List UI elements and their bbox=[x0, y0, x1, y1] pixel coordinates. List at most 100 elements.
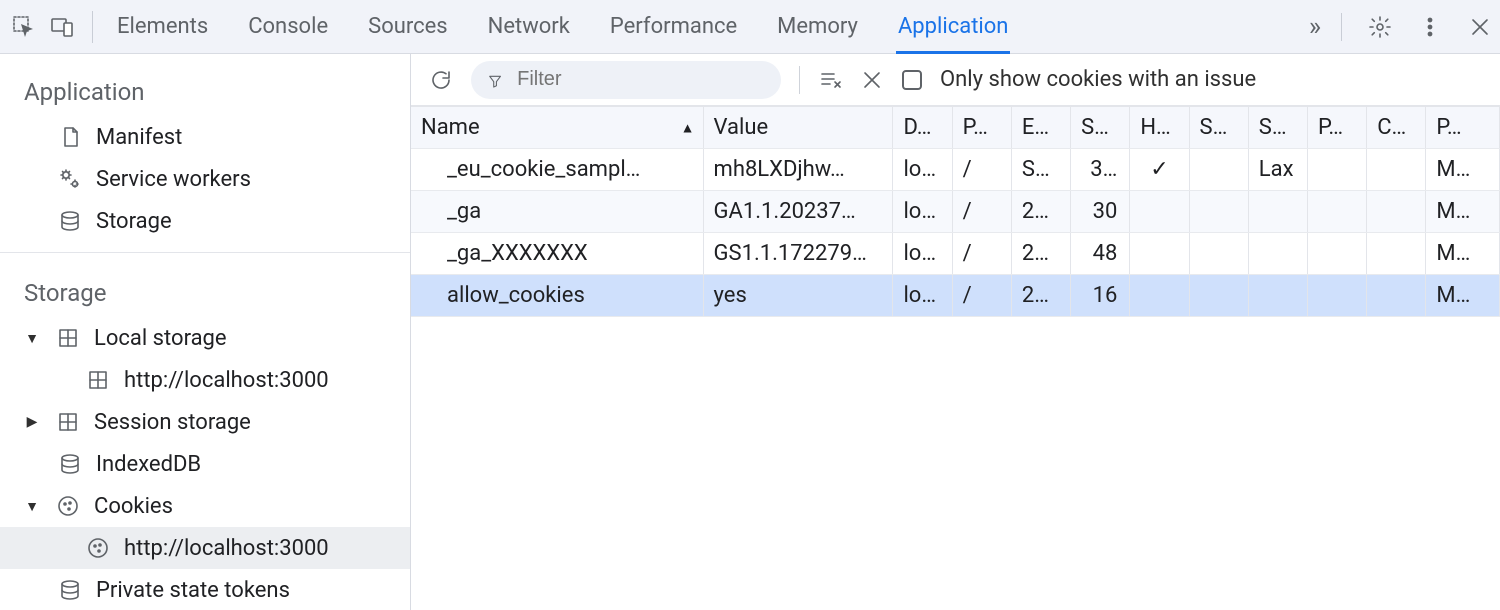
cell bbox=[1367, 233, 1426, 275]
filter-pill[interactable] bbox=[471, 61, 781, 99]
close-icon[interactable] bbox=[1468, 15, 1492, 39]
table-row[interactable]: allow_cookiesyeslo…/2…16M… bbox=[411, 275, 1500, 317]
cell: Lax bbox=[1248, 149, 1307, 191]
tree-item-manifest[interactable]: Manifest bbox=[0, 116, 410, 158]
tree-item-http-localhost-3000[interactable]: http://localhost:3000 bbox=[0, 527, 410, 569]
table-row[interactable]: _gaGA1.1.20237…lo…/2…30M… bbox=[411, 191, 1500, 233]
cell: mh8LXDjhw… bbox=[703, 149, 893, 191]
cell: / bbox=[952, 275, 1011, 317]
cell bbox=[1307, 275, 1366, 317]
col-header[interactable]: P… bbox=[952, 107, 1011, 149]
cell: allow_cookies bbox=[411, 275, 703, 317]
tab-sources[interactable]: Sources bbox=[368, 0, 448, 54]
col-header[interactable]: Name▲ bbox=[411, 107, 703, 149]
cell: _ga bbox=[411, 191, 703, 233]
cell: _ga_XXXXXXX bbox=[411, 233, 703, 275]
col-header[interactable]: S… bbox=[1189, 107, 1248, 149]
cell bbox=[1248, 275, 1307, 317]
cell bbox=[1189, 191, 1248, 233]
table-row[interactable]: _ga_XXXXXXXGS1.1.172279…lo…/2…48M… bbox=[411, 233, 1500, 275]
tree-item-session-storage[interactable]: ▶ Session storage bbox=[0, 401, 410, 443]
col-header[interactable]: S… bbox=[1248, 107, 1307, 149]
cell: 2… bbox=[1011, 191, 1070, 233]
tree-item-storage[interactable]: Storage bbox=[0, 200, 410, 242]
tree-item-label: http://localhost:3000 bbox=[124, 368, 329, 393]
cell bbox=[1307, 149, 1366, 191]
filter-input[interactable] bbox=[515, 67, 763, 92]
cell: 30 bbox=[1071, 191, 1130, 233]
tree-item-label: IndexedDB bbox=[96, 452, 201, 477]
inspect-icon[interactable] bbox=[12, 15, 36, 39]
tree-item-http-localhost-3000[interactable]: http://localhost:3000 bbox=[0, 359, 410, 401]
only-issues-label: Only show cookies with an issue bbox=[940, 67, 1256, 92]
cell: M… bbox=[1426, 149, 1500, 191]
caret-icon[interactable]: ▶ bbox=[22, 414, 42, 430]
tree-item-private-state-tokens[interactable]: Private state tokens bbox=[0, 569, 410, 610]
cell bbox=[1367, 275, 1426, 317]
cell: M… bbox=[1426, 191, 1500, 233]
cell: S… bbox=[1011, 149, 1070, 191]
grid-icon bbox=[54, 326, 82, 350]
db-icon bbox=[56, 452, 84, 476]
caret-icon[interactable]: ▼ bbox=[22, 498, 42, 515]
tree-item-label: http://localhost:3000 bbox=[124, 536, 329, 561]
cell: 16 bbox=[1071, 275, 1130, 317]
cell bbox=[1307, 233, 1366, 275]
device-toggle-icon[interactable] bbox=[50, 15, 74, 39]
tab-console[interactable]: Console bbox=[248, 0, 328, 54]
tab-memory[interactable]: Memory bbox=[777, 0, 858, 54]
cell bbox=[1189, 149, 1248, 191]
clear-all-icon[interactable] bbox=[818, 68, 842, 92]
cell bbox=[1367, 149, 1426, 191]
tree-item-cookies[interactable]: ▼ Cookies bbox=[0, 485, 410, 527]
cell: M… bbox=[1426, 275, 1500, 317]
cell: 3… bbox=[1071, 149, 1130, 191]
delete-icon[interactable] bbox=[860, 68, 884, 92]
grid-icon bbox=[54, 410, 82, 434]
cell bbox=[1248, 233, 1307, 275]
devtools-tabs: Elements Console Sources Network Performance… bbox=[117, 0, 1291, 54]
db-icon bbox=[56, 209, 84, 233]
section-storage-title: Storage bbox=[0, 271, 410, 317]
filter-icon bbox=[487, 71, 503, 89]
tree-item-indexeddb[interactable]: IndexedDB bbox=[0, 443, 410, 485]
db-icon bbox=[56, 578, 84, 602]
tree-item-service-workers[interactable]: Service workers bbox=[0, 158, 410, 200]
section-application-title: Application bbox=[0, 70, 410, 116]
tab-application[interactable]: Application bbox=[898, 0, 1008, 54]
cell bbox=[1307, 191, 1366, 233]
cell: M… bbox=[1426, 233, 1500, 275]
cell: / bbox=[952, 191, 1011, 233]
col-header[interactable]: Value bbox=[703, 107, 893, 149]
col-header[interactable]: C… bbox=[1367, 107, 1426, 149]
application-sidebar: Application ManifestService workersStora… bbox=[0, 54, 411, 610]
col-header[interactable]: E… bbox=[1011, 107, 1070, 149]
table-row[interactable]: _eu_cookie_sampl…mh8LXDjhw…lo…/S…3…✓LaxM… bbox=[411, 149, 1500, 191]
more-tabs-icon[interactable]: » bbox=[1309, 12, 1315, 42]
tree-item-label: Manifest bbox=[96, 125, 182, 150]
file-icon bbox=[56, 125, 84, 149]
tab-network[interactable]: Network bbox=[488, 0, 570, 54]
cell: 48 bbox=[1071, 233, 1130, 275]
cell bbox=[1130, 275, 1189, 317]
col-header[interactable]: H… bbox=[1130, 107, 1189, 149]
kebab-menu-icon[interactable] bbox=[1418, 15, 1442, 39]
cookie-icon bbox=[54, 494, 82, 518]
col-header[interactable]: P… bbox=[1426, 107, 1500, 149]
tree-item-label: Cookies bbox=[94, 494, 173, 519]
refresh-icon[interactable] bbox=[429, 68, 453, 92]
cell bbox=[1367, 191, 1426, 233]
col-header[interactable]: D… bbox=[893, 107, 952, 149]
tab-performance[interactable]: Performance bbox=[610, 0, 737, 54]
tab-elements[interactable]: Elements bbox=[117, 0, 208, 54]
cookie-icon bbox=[84, 536, 112, 560]
col-header[interactable]: S… bbox=[1071, 107, 1130, 149]
only-issues-checkbox[interactable] bbox=[902, 70, 922, 90]
cell bbox=[1248, 191, 1307, 233]
tree-item-label: Session storage bbox=[94, 410, 251, 435]
tree-item-local-storage[interactable]: ▼Local storage bbox=[0, 317, 410, 359]
col-header[interactable]: P… bbox=[1307, 107, 1366, 149]
gear-icon[interactable] bbox=[1368, 15, 1392, 39]
caret-icon[interactable]: ▼ bbox=[22, 330, 42, 347]
cell bbox=[1130, 233, 1189, 275]
